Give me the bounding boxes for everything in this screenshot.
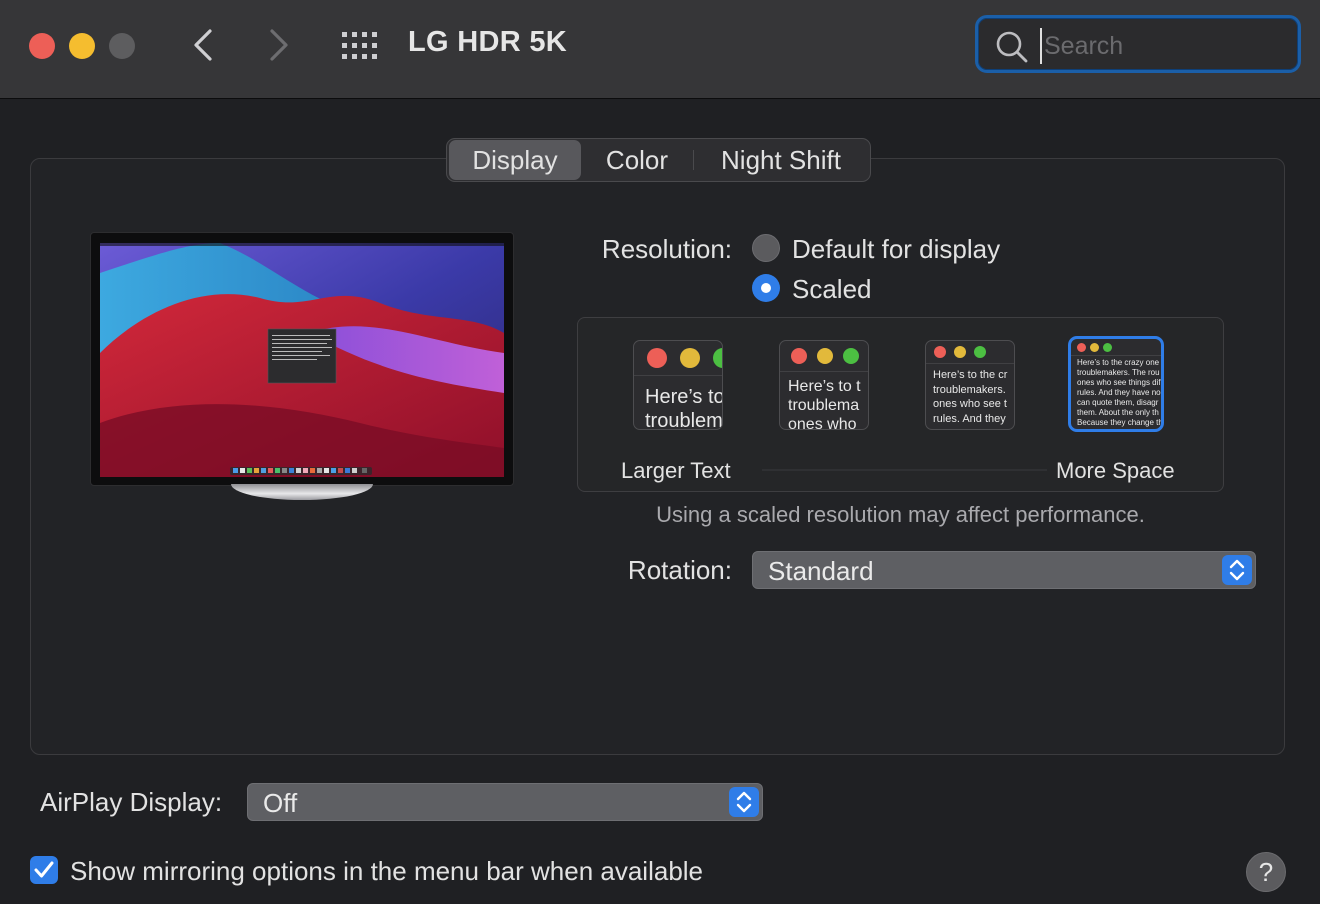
checkmark-icon xyxy=(34,861,54,878)
airplay-value: Off xyxy=(263,788,298,818)
up-down-chevron-icon xyxy=(1222,555,1252,585)
green-dot-icon xyxy=(974,346,986,358)
thumb-preview-text: Here’s to the cr troublemakers. ones who… xyxy=(933,369,1008,425)
window-title: LG HDR 5K xyxy=(408,26,567,58)
green-dot-icon xyxy=(843,348,859,364)
scale-divider xyxy=(762,469,1047,471)
scale-option-more-space[interactable]: Here’s to the crazy one troublemakers. T… xyxy=(1068,336,1164,432)
close-button[interactable] xyxy=(29,33,55,59)
option-scaled[interactable]: Scaled xyxy=(792,274,872,305)
scale-option-larger-text[interactable]: Here’s to t troublem xyxy=(633,340,723,430)
yellow-dot-icon xyxy=(817,348,833,364)
up-down-chevron-icon xyxy=(729,787,759,817)
tab-display[interactable]: Display xyxy=(449,140,581,180)
larger-text-label: Larger Text xyxy=(621,458,731,483)
red-dot-icon xyxy=(1077,343,1086,352)
tab-color[interactable]: Color xyxy=(581,140,693,180)
search-field[interactable] xyxy=(975,15,1301,73)
forward-button[interactable] xyxy=(258,26,298,66)
tab-bar: Display Color Night Shift xyxy=(446,138,871,182)
green-dot-icon xyxy=(1103,343,1112,352)
desktop-wallpaper-image xyxy=(100,243,504,477)
tab-night-shift[interactable]: Night Shift xyxy=(693,140,869,180)
scale-option-2[interactable]: Here’s to t troublema ones who xyxy=(779,340,869,430)
performance-note: Using a scaled resolution may affect per… xyxy=(656,502,1145,527)
yellow-dot-icon xyxy=(1090,343,1099,352)
magnifying-glass-icon xyxy=(996,31,1028,63)
title-bar: LG HDR 5K xyxy=(0,0,1320,99)
red-dot-icon xyxy=(791,348,807,364)
resolution-label: Resolution: xyxy=(601,234,732,264)
rotation-value: Standard xyxy=(768,556,874,586)
yellow-dot-icon xyxy=(954,346,966,358)
zoom-button xyxy=(109,33,135,59)
airplay-label: AirPlay Display: xyxy=(40,787,223,817)
thumb-titlebar xyxy=(780,341,868,372)
option-default-for-display[interactable]: Default for display xyxy=(792,234,1000,265)
thumb-titlebar xyxy=(1071,339,1161,356)
green-dot-icon xyxy=(713,348,722,368)
mirroring-checkbox[interactable] xyxy=(30,856,58,884)
rotation-label: Rotation: xyxy=(627,555,732,585)
thumb-preview-text: Here’s to t troublem xyxy=(645,386,723,430)
thumb-titlebar xyxy=(634,341,722,376)
chevron-left-icon xyxy=(194,29,212,61)
airplay-popup[interactable]: Off xyxy=(247,783,763,821)
scale-option-3[interactable]: Here’s to the cr troublemakers. ones who… xyxy=(925,340,1015,430)
red-dot-icon xyxy=(647,348,667,368)
thumb-titlebar xyxy=(926,341,1014,364)
radio-default-for-display[interactable] xyxy=(752,234,780,262)
show-all-button[interactable] xyxy=(341,31,381,61)
search-input[interactable] xyxy=(1040,28,1286,64)
thumb-preview-text: Here’s to the crazy one troublemakers. T… xyxy=(1077,358,1163,427)
chevron-right-icon xyxy=(270,29,288,61)
rotation-popup[interactable]: Standard xyxy=(752,551,1256,589)
grid-icon xyxy=(342,32,377,59)
minimize-button[interactable] xyxy=(69,33,95,59)
back-button[interactable] xyxy=(184,26,224,66)
help-button[interactable]: ? xyxy=(1246,852,1286,892)
yellow-dot-icon xyxy=(680,348,700,368)
more-space-label: More Space xyxy=(1056,458,1175,483)
thumb-preview-text: Here’s to t troublema ones who xyxy=(788,378,861,430)
monitor-preview xyxy=(90,232,514,486)
radio-scaled[interactable] xyxy=(752,274,780,302)
red-dot-icon xyxy=(934,346,946,358)
mirroring-label[interactable]: Show mirroring options in the menu bar w… xyxy=(70,856,703,887)
